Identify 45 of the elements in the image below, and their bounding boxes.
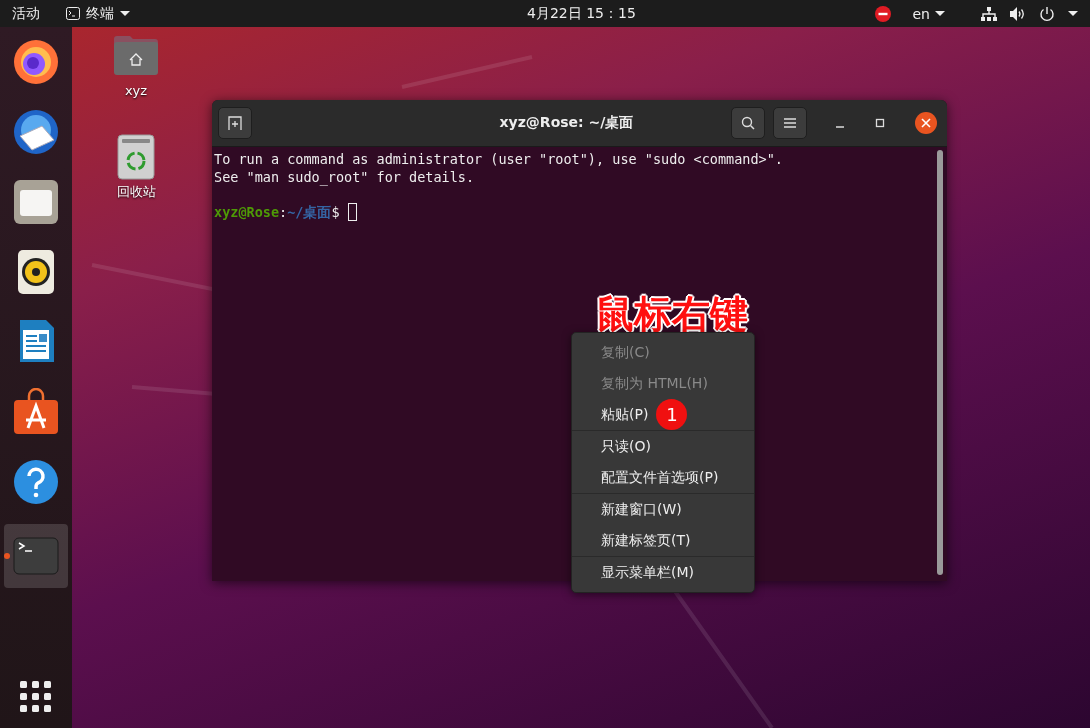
annotation-text: 鼠标右键 xyxy=(596,291,748,338)
prompt-symbol: $ xyxy=(331,203,340,221)
search-icon xyxy=(741,116,755,130)
menu-item[interactable]: 配置文件首选项(P) xyxy=(601,468,719,487)
menu-item[interactable]: 显示菜单栏(M) xyxy=(601,563,694,582)
terminal-icon xyxy=(66,7,80,20)
activities-button[interactable]: 活动 xyxy=(12,4,40,23)
desktop-icon-label[interactable]: xyz xyxy=(124,83,148,98)
clock[interactable]: 4月22日 15：15 xyxy=(527,5,636,23)
shopping-bag-icon xyxy=(12,387,60,436)
prompt-user: xyz@Rose xyxy=(214,203,280,221)
do-not-disturb-icon xyxy=(874,5,891,22)
new-tab-icon xyxy=(228,116,242,130)
menu-icon xyxy=(784,118,796,128)
mail-icon xyxy=(12,107,60,156)
power-icon[interactable] xyxy=(1039,5,1055,22)
menu-item[interactable]: 粘贴(P) xyxy=(601,405,649,424)
prompt-separator: : xyxy=(279,203,288,221)
terminal-output-line: See "man sudo_root" for details. xyxy=(214,168,476,186)
maximize-icon[interactable] xyxy=(875,118,885,128)
caret-icon xyxy=(120,11,130,16)
show-applications-icon[interactable] xyxy=(20,681,51,712)
app-menu[interactable]: 终端 xyxy=(66,4,130,23)
step-number-badge: 1 xyxy=(656,399,688,430)
menu-item[interactable]: 新建窗口(W) xyxy=(601,500,682,519)
menu-button[interactable] xyxy=(773,107,807,139)
menu-item[interactable]: 只读(O) xyxy=(601,437,651,456)
scrollbar[interactable] xyxy=(937,150,943,575)
firefox-icon xyxy=(12,37,60,86)
menu-item[interactable]: 新建标签页(T) xyxy=(601,531,691,550)
folder-icon xyxy=(12,177,60,226)
window-title: xyz@Rose: ~/桌面 xyxy=(498,114,635,132)
keyboard-layout-menu[interactable]: en xyxy=(912,5,945,22)
terminal-output-line: To run a command as administrator (user "root"), use "sudo <command>". xyxy=(214,150,784,168)
new-tab-button[interactable] xyxy=(218,107,252,139)
volume-icon[interactable] xyxy=(1010,6,1026,21)
network-icon[interactable] xyxy=(981,6,997,21)
prompt-path: ~/桌面 xyxy=(287,203,332,221)
help-icon xyxy=(12,457,60,506)
search-button[interactable] xyxy=(731,107,765,139)
caret-icon[interactable] xyxy=(1068,11,1078,16)
text-cursor xyxy=(347,203,357,221)
desktop-icon-label[interactable]: 回收站 xyxy=(116,183,156,201)
close-icon[interactable] xyxy=(915,112,937,134)
caret-icon xyxy=(935,11,945,16)
